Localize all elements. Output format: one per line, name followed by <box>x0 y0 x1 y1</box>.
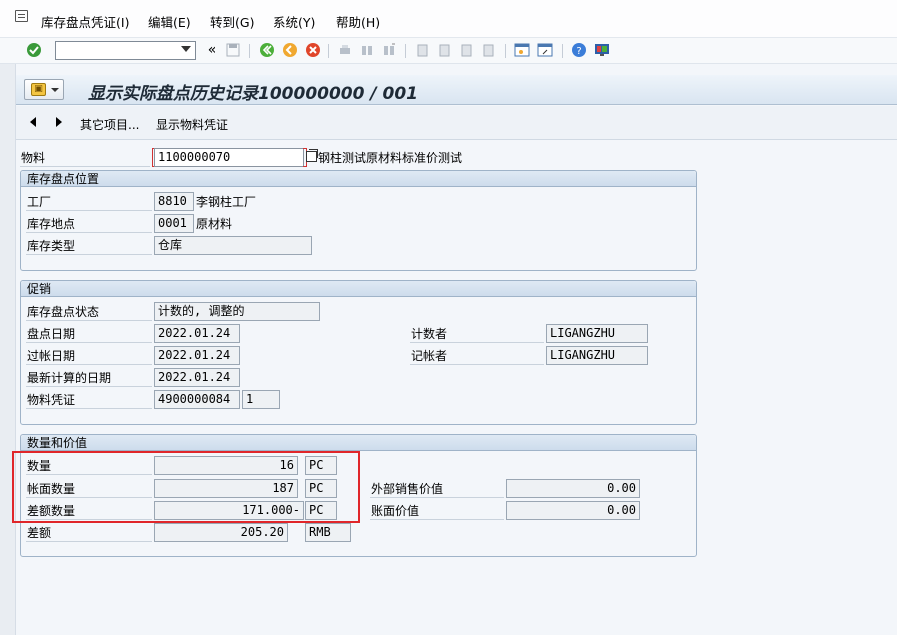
toolbar-separator <box>505 44 506 58</box>
stock-type-label: 库存类型 <box>26 237 152 255</box>
back-icon[interactable] <box>258 41 276 59</box>
cancel-icon[interactable] <box>304 41 322 59</box>
shortcut-icon[interactable] <box>536 41 554 59</box>
material-doc-label: 物料凭证 <box>26 391 152 409</box>
find-next-icon[interactable] <box>380 41 398 59</box>
layout-icon[interactable] <box>593 41 611 59</box>
book-value-label: 账面价值 <box>370 502 504 520</box>
services-button[interactable]: ▣ <box>24 79 64 100</box>
plant-field[interactable]: 8810 <box>154 192 194 211</box>
stock-type-field[interactable]: 仓库 <box>154 236 312 255</box>
title-bar: ▣ 显示实际盘点历史记录100000000 / 001 <box>16 75 897 105</box>
book-value-field[interactable]: 0.00 <box>506 501 640 520</box>
chevron-down-icon[interactable] <box>181 46 191 52</box>
highlight-box <box>12 451 360 523</box>
toolbar-separator <box>328 44 329 58</box>
menu-system[interactable]: 系统(Y) <box>273 12 315 31</box>
toolbar-separator <box>562 44 563 58</box>
svg-text:?: ? <box>576 46 581 57</box>
recalc-date-label: 最新计算的日期 <box>26 369 152 387</box>
help-icon[interactable]: ? <box>570 41 588 59</box>
show-material-doc-button[interactable]: 显示物料凭证 <box>156 116 228 133</box>
difference-currency-field[interactable]: RMB <box>305 523 351 542</box>
material-doc-field[interactable]: 4900000084 <box>154 390 240 409</box>
toolbar-separator <box>249 44 250 58</box>
plant-label: 工厂 <box>26 193 152 211</box>
material-doc-item-field[interactable]: 1 <box>242 390 280 409</box>
command-field[interactable] <box>55 41 196 60</box>
external-sales-value-label: 外部销售价值 <box>370 480 504 498</box>
chevron-down-icon <box>51 88 59 92</box>
back-arrows-icon[interactable]: « <box>203 41 221 59</box>
difference-field[interactable]: 205.20 <box>154 523 288 542</box>
counter-field[interactable]: LIGANGZHU <box>546 324 648 343</box>
exit-icon[interactable] <box>281 41 299 59</box>
poster-field[interactable]: LIGANGZHU <box>546 346 648 365</box>
menu-inventory-doc[interactable]: 库存盘点凭证(I) <box>41 12 129 31</box>
menu-help[interactable]: 帮助(H) <box>336 12 380 31</box>
next-page-icon[interactable] <box>457 41 475 59</box>
prev-page-icon[interactable] <box>435 41 453 59</box>
previous-arrow-icon[interactable] <box>30 117 36 127</box>
menu-edit[interactable]: 编辑(E) <box>148 12 191 31</box>
print-icon[interactable] <box>336 41 354 59</box>
menu-bar: 库存盘点凭证(I) 编辑(E) 转到(G) 系统(Y) 帮助(H) <box>0 0 897 38</box>
find-icon[interactable] <box>358 41 376 59</box>
recalc-date-field[interactable]: 2022.01.24 <box>154 368 240 387</box>
application-toolbar: 其它项目... 显示物料凭证 <box>16 106 897 140</box>
copy-icon[interactable] <box>306 149 318 162</box>
posting-date-label: 过帐日期 <box>26 347 152 365</box>
menu-icon[interactable] <box>15 10 28 22</box>
material-label: 物料 <box>20 149 150 167</box>
standard-toolbar: « ? <box>0 38 897 64</box>
material-description: 钢柱测试原材料标准价测试 <box>318 151 463 165</box>
count-date-field[interactable]: 2022.01.24 <box>154 324 240 343</box>
count-status-field[interactable]: 计数的, 调整的 <box>154 302 320 321</box>
page-title: 显示实际盘点历史记录100000000 / 001 <box>88 84 418 104</box>
storage-location-description: 原材料 <box>196 217 233 231</box>
quantity-value-group-title: 数量和价值 <box>21 435 696 451</box>
storage-location-field[interactable]: 0001 <box>154 214 194 233</box>
storage-location-label: 库存地点 <box>26 215 152 233</box>
next-arrow-icon[interactable] <box>56 117 62 127</box>
location-group-title: 库存盘点位置 <box>21 171 696 187</box>
plant-description: 李钢柱工厂 <box>196 195 257 209</box>
count-status-label: 库存盘点状态 <box>26 303 152 321</box>
posting-date-field[interactable]: 2022.01.24 <box>154 346 240 365</box>
new-session-icon[interactable] <box>513 41 531 59</box>
material-field[interactable]: 1100000070 <box>154 148 304 167</box>
enter-icon[interactable] <box>25 41 43 59</box>
external-sales-value-field[interactable]: 0.00 <box>506 479 640 498</box>
counter-label: 计数者 <box>410 325 544 343</box>
difference-label: 差额 <box>26 524 152 542</box>
other-items-button[interactable]: 其它项目... <box>80 116 139 133</box>
services-icon: ▣ <box>31 83 46 96</box>
left-frame <box>0 64 16 635</box>
poster-label: 记帐者 <box>410 347 544 365</box>
count-date-label: 盘点日期 <box>26 325 152 343</box>
toolbar-separator <box>405 44 406 58</box>
save-icon[interactable] <box>224 41 242 59</box>
first-page-icon[interactable] <box>413 41 431 59</box>
last-page-icon[interactable] <box>479 41 497 59</box>
menu-goto[interactable]: 转到(G) <box>210 12 254 31</box>
promotion-group-title: 促销 <box>21 281 696 297</box>
